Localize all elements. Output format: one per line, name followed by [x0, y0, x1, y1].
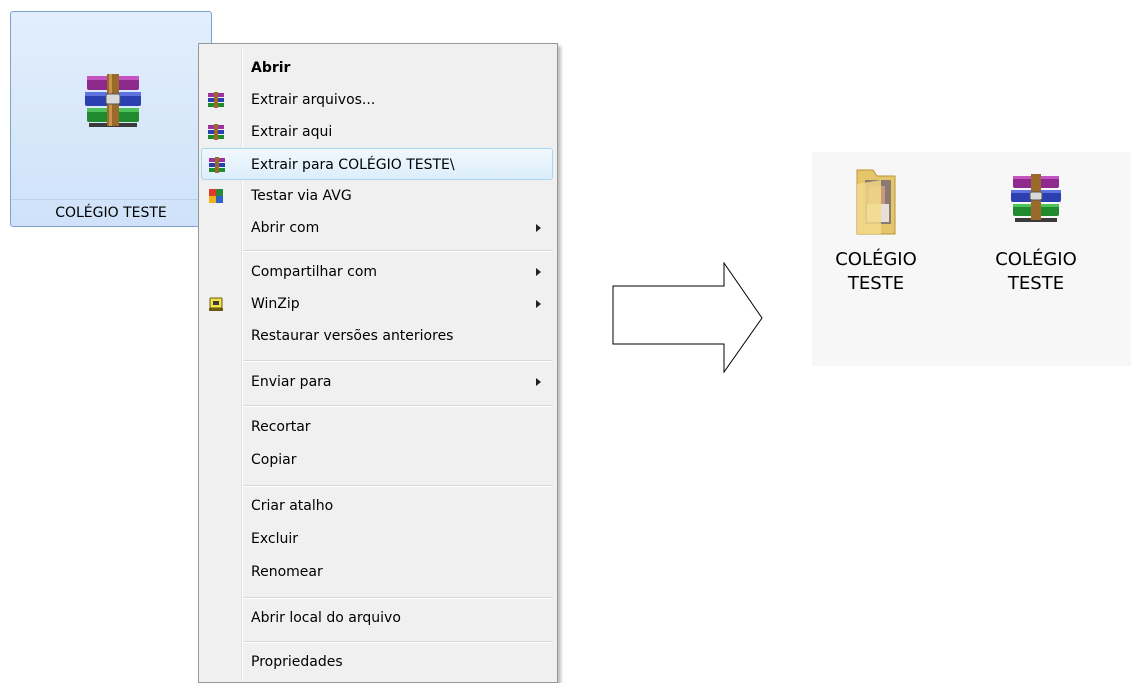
menu-item-winzip[interactable]: WinZip [201, 288, 553, 320]
menu-item-properties[interactable]: Propriedades [201, 646, 553, 678]
selected-archive-file[interactable]: COLÉGIO TESTE [10, 11, 212, 227]
menu-item-open-with[interactable]: Abrir com [201, 212, 553, 244]
menu-item-extract-files[interactable]: Extrair arquivos... [201, 84, 553, 116]
winrar-archive-icon [81, 70, 145, 138]
context-menu: Abrir Extrair arquivos... Extrair aqui E… [198, 43, 558, 683]
menu-item-delete[interactable]: Excluir [201, 523, 553, 555]
file-name: COLÉGIO TESTE [11, 199, 211, 226]
winrar-archive-icon [1009, 172, 1063, 232]
menu-separator [243, 360, 553, 362]
winrar-icon [208, 157, 226, 173]
result-folder-view: COLÉGIO TESTE COLÉGIO TESTE [812, 152, 1131, 366]
menu-item-restore-previous-versions[interactable]: Restaurar versões anteriores [201, 320, 553, 352]
explorer-view: COLÉGIO TESTE Abrir Extrair arquivos... … [0, 0, 560, 683]
menu-separator [243, 485, 553, 487]
menu-item-send-to[interactable]: Enviar para [201, 366, 553, 398]
right-arrow-icon [612, 262, 763, 374]
winrar-icon [207, 124, 225, 140]
menu-item-open-file-location[interactable]: Abrir local do arquivo [201, 602, 553, 634]
menu-item-open[interactable]: Abrir [201, 52, 553, 84]
submenu-arrow-icon [536, 300, 541, 308]
menu-item-extract-to-folder[interactable]: Extrair para COLÉGIO TESTE\ [201, 148, 553, 180]
menu-item-share-with[interactable]: Compartilhar com [201, 256, 553, 288]
menu-item-create-shortcut[interactable]: Criar atalho [201, 490, 553, 522]
menu-separator [243, 405, 553, 407]
menu-item-rename[interactable]: Renomear [201, 556, 553, 588]
submenu-arrow-icon [536, 378, 541, 386]
menu-item-copy[interactable]: Copiar [201, 444, 553, 476]
winzip-icon [207, 296, 225, 312]
winrar-icon [207, 92, 225, 108]
menu-item-scan-avg[interactable]: Testar via AVG [201, 180, 553, 212]
submenu-arrow-icon [536, 268, 541, 276]
menu-item-extract-here[interactable]: Extrair aqui [201, 116, 553, 148]
menu-separator [243, 597, 553, 599]
submenu-arrow-icon [536, 224, 541, 232]
folder-icon [851, 164, 901, 236]
avg-icon [207, 188, 225, 204]
menu-separator [243, 641, 553, 643]
menu-item-cut[interactable]: Recortar [201, 411, 553, 443]
menu-separator [243, 250, 553, 252]
